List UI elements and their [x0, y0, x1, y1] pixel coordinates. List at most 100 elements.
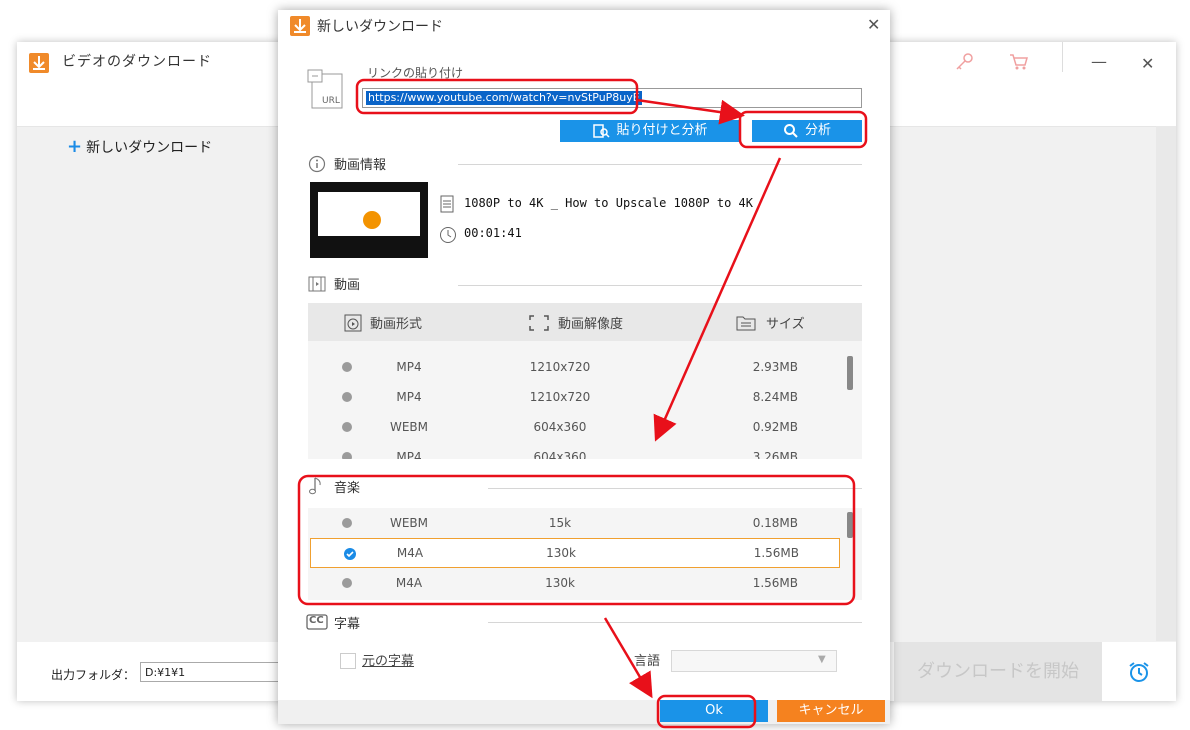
format-cell: M4A	[395, 576, 423, 590]
cart-icon[interactable]	[1008, 52, 1030, 72]
plus-icon: +	[67, 136, 83, 157]
table-row[interactable]: WEBM 15k 0.18MB	[308, 508, 862, 538]
document-icon	[440, 195, 454, 213]
table-row[interactable]: MP4 1210x720 8.24MB	[308, 382, 862, 412]
dialog-close-button[interactable]: ✕	[867, 15, 880, 34]
resolution-cell: 1210x720	[529, 390, 591, 404]
original-subtitle-checkbox[interactable]	[340, 653, 356, 669]
minimize-button[interactable]: —	[1091, 52, 1107, 71]
start-download-button[interactable]: ダウンロードを開始	[894, 642, 1102, 701]
size-cell: 2.93MB	[752, 360, 798, 374]
music-section-label: 音楽	[334, 481, 361, 496]
chevron-down-icon: ▼	[818, 654, 826, 665]
dialog-logo-icon	[290, 16, 310, 36]
divider	[458, 164, 862, 165]
ok-button[interactable]: Ok	[660, 700, 768, 722]
video-duration: 00:01:41	[464, 226, 522, 240]
column-header-resolution: 動画解像度	[558, 317, 624, 332]
radio-button[interactable]	[342, 422, 352, 432]
table-header: 動画形式 動画解像度 サイズ	[308, 303, 862, 341]
titlebar-divider	[1062, 42, 1063, 72]
format-cell: WEBM	[389, 420, 429, 434]
table-row[interactable]: M4A 130k 1.56MB	[308, 568, 862, 598]
size-cell: 0.18MB	[752, 516, 798, 530]
music-note-icon	[308, 476, 326, 496]
dialog-title: 新しいダウンロード	[317, 19, 443, 35]
checked-radio-icon[interactable]	[344, 548, 356, 560]
cancel-button[interactable]: キャンセル	[777, 700, 885, 722]
video-format-table: 動画形式 動画解像度 サイズ MP4 1210x720 2.93MB MP4 1…	[308, 303, 862, 459]
main-window-title: ビデオのダウンロード	[62, 54, 212, 70]
size-cell: 0.92MB	[752, 420, 798, 434]
url-icon-label: URL	[322, 96, 340, 106]
music-format-table: WEBM 15k 0.18MB M4A 130k 1.56MB M4A 130k…	[308, 508, 862, 600]
search-icon	[783, 123, 799, 139]
video-title: 1080P to 4K _ How to Upscale 1080P to 4K	[464, 196, 753, 210]
paste-and-analyze-label: 貼り付けと分析	[616, 123, 708, 138]
resolution-cell: 604x360	[533, 450, 587, 459]
analyze-label: 分析	[804, 123, 831, 138]
resolution-icon	[529, 315, 549, 331]
table-row-selected[interactable]: M4A 130k 1.56MB	[310, 538, 840, 568]
film-icon	[308, 275, 326, 293]
format-cell: WEBM	[389, 516, 429, 530]
column-header-format: 動画形式	[370, 317, 423, 332]
divider	[488, 488, 862, 489]
format-cell: M4A	[396, 546, 424, 560]
clipboard-search-icon	[592, 123, 611, 139]
bitrate-cell: 15k	[548, 516, 572, 530]
info-icon	[308, 155, 326, 173]
radio-button[interactable]	[342, 518, 352, 528]
link-paste-label: リンクの貼り付け	[367, 66, 464, 80]
language-label: 言語	[634, 654, 661, 669]
output-folder-label: 出力フォルダ：	[51, 668, 136, 682]
thumbnail-frame	[318, 192, 420, 236]
format-cell: MP4	[396, 390, 422, 404]
table-row[interactable]: MP4 1210x720 2.93MB	[308, 352, 862, 382]
radio-button[interactable]	[342, 392, 352, 402]
bitrate-cell: 130k	[545, 576, 575, 590]
output-folder-input[interactable]: D:¥1¥1	[140, 662, 280, 682]
folder-size-icon	[736, 315, 756, 331]
radio-button[interactable]	[342, 578, 352, 588]
url-text: https://www.youtube.com/watch?v=nvStPuP8…	[366, 91, 642, 105]
subtitle-section-label: 字幕	[334, 617, 361, 632]
format-cell: MP4	[396, 450, 422, 459]
size-cell: 8.24MB	[752, 390, 798, 404]
resolution-cell: 604x360	[533, 420, 587, 434]
alarm-clock-icon[interactable]	[1127, 660, 1151, 684]
column-header-size: サイズ	[766, 317, 805, 332]
main-scrollbar[interactable]	[1156, 126, 1176, 641]
clock-icon	[439, 226, 457, 244]
video-info-label: 動画情報	[334, 158, 387, 173]
cc-icon-label: CC	[309, 615, 324, 626]
analyze-button[interactable]: 分析	[752, 120, 862, 142]
main-close-button[interactable]: ✕	[1141, 54, 1154, 73]
format-cell: MP4	[396, 360, 422, 374]
new-download-label: 新しいダウンロード	[86, 140, 213, 156]
size-cell: 1.56MB	[752, 576, 798, 590]
thumbnail-logo	[363, 211, 381, 229]
video-table-scrollbar[interactable]	[847, 356, 853, 390]
video-section-label: 動画	[334, 278, 361, 293]
new-download-button[interactable]: + 新しいダウンロード	[67, 136, 212, 157]
language-select[interactable]: ▼	[671, 650, 837, 672]
music-table-scrollbar[interactable]	[847, 512, 853, 538]
radio-button[interactable]	[342, 452, 352, 459]
url-input[interactable]: https://www.youtube.com/watch?v=nvStPuP8…	[362, 88, 862, 108]
app-logo-icon	[29, 53, 49, 73]
resolution-cell: 1210x720	[529, 360, 591, 374]
size-cell: 1.56MB	[753, 546, 799, 560]
table-row[interactable]: WEBM 604x360 0.92MB	[308, 412, 862, 442]
bitrate-cell: 130k	[546, 546, 576, 560]
key-icon[interactable]	[953, 52, 975, 72]
table-row[interactable]: MP4 604x360 3.26MB	[308, 442, 862, 459]
original-subtitle-label[interactable]: 元の字幕	[362, 650, 414, 669]
new-download-dialog: 新しいダウンロード ✕ URL リンクの貼り付け https://www.you…	[278, 10, 890, 724]
play-format-icon	[344, 314, 362, 332]
radio-button[interactable]	[342, 362, 352, 372]
video-thumbnail	[310, 182, 428, 258]
paste-and-analyze-button[interactable]: 貼り付けと分析	[560, 120, 740, 142]
size-cell: 3.26MB	[752, 450, 798, 459]
divider	[458, 285, 862, 286]
